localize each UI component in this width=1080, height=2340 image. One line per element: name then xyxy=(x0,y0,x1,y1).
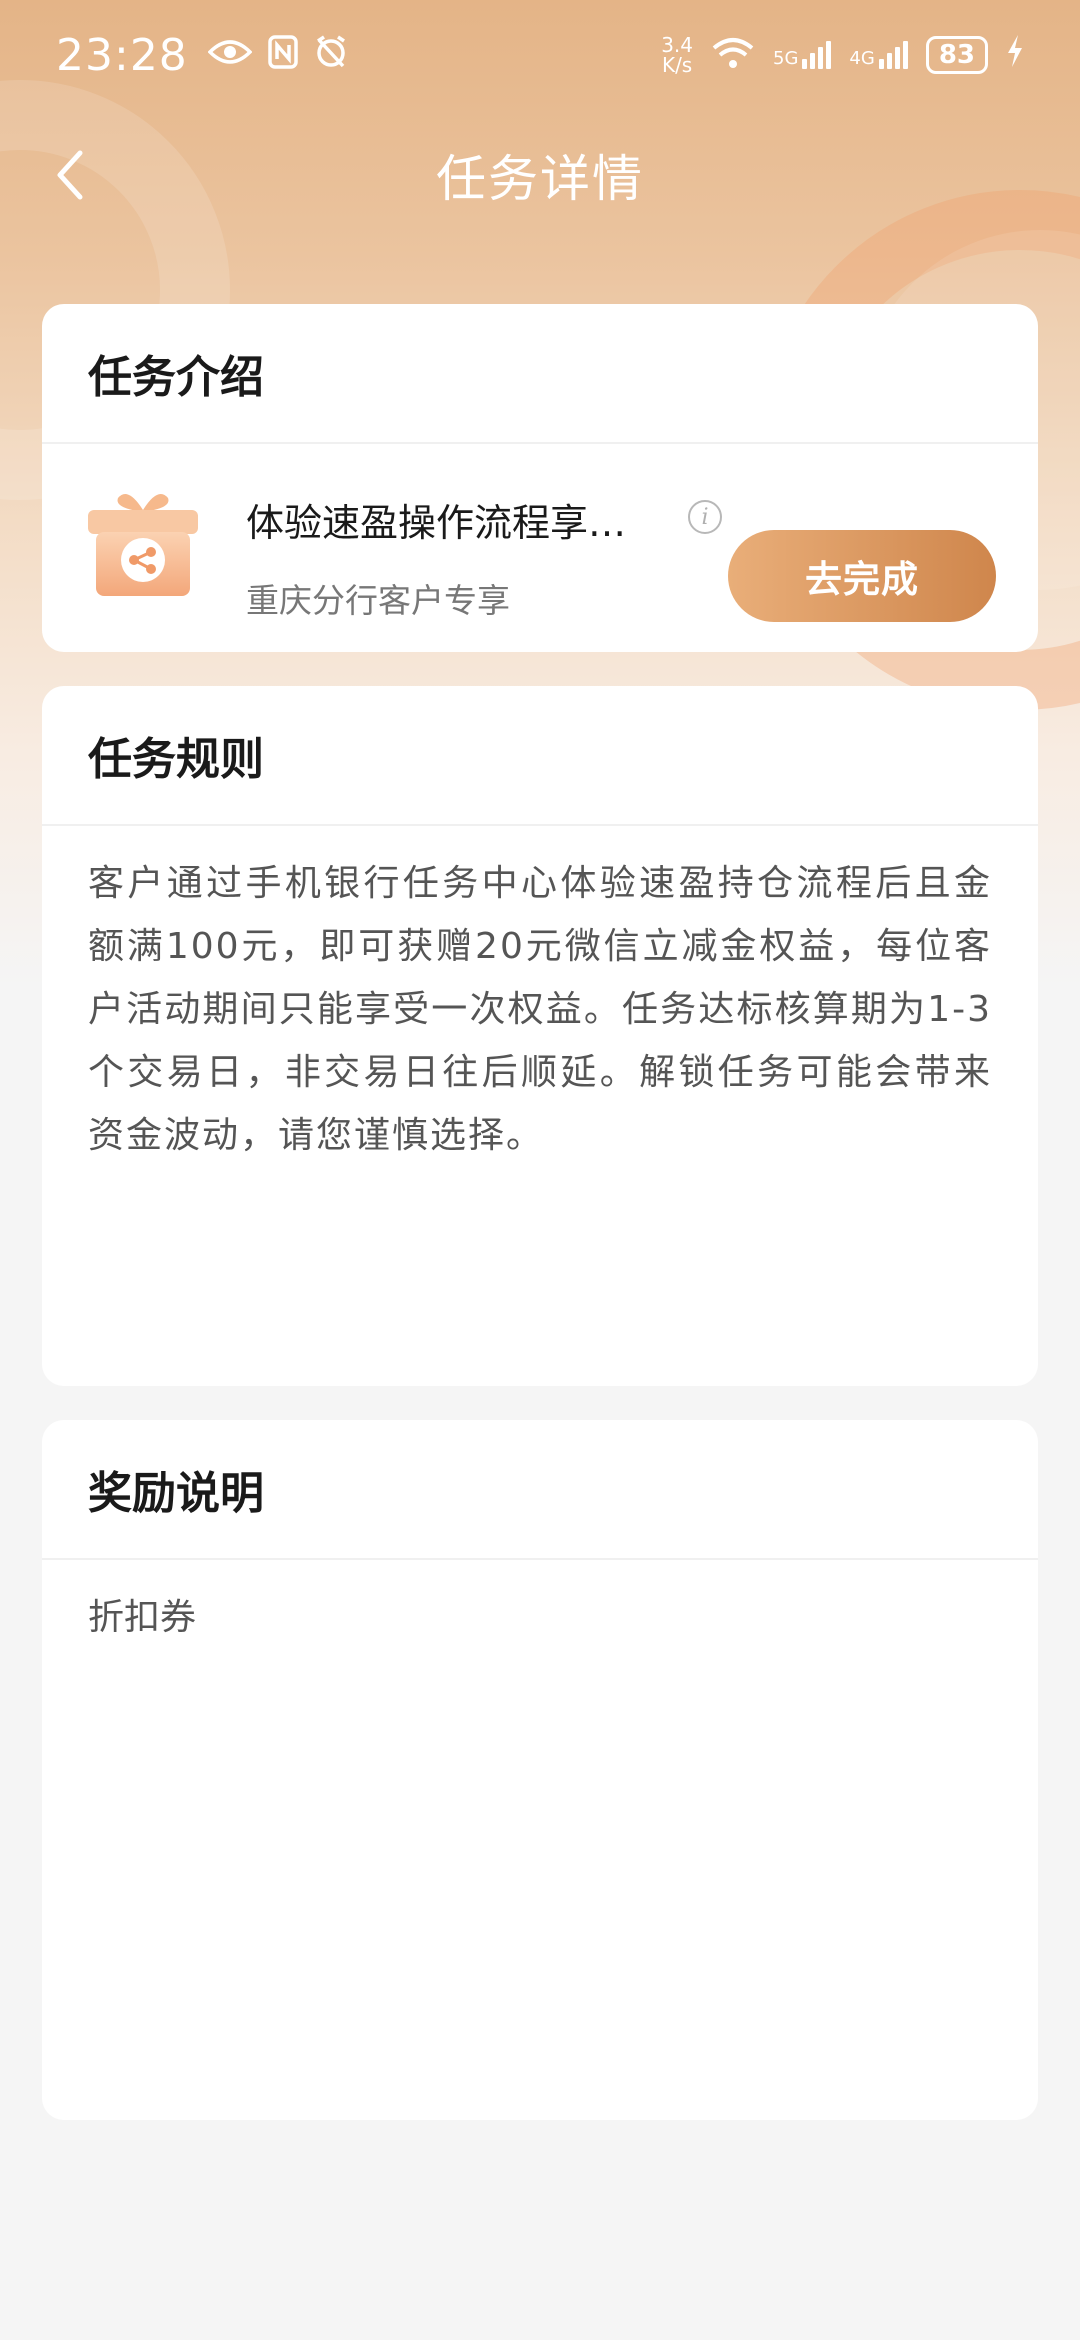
reward-body: 折扣券 xyxy=(88,1597,197,1638)
task-subtitle: 重庆分行客户专享 xyxy=(246,581,510,620)
signal-bars-icon xyxy=(802,41,832,69)
nav-bar: 任务详情 xyxy=(0,120,1080,230)
task-rules-header: 任务规则 xyxy=(42,686,1038,826)
battery-level: 83 xyxy=(938,40,975,70)
back-button[interactable] xyxy=(40,145,100,205)
task-rules-card: 任务规则 客户通过手机银行任务中心体验速盈持仓流程后且金额满100元，即可获赠2… xyxy=(42,686,1038,1386)
net-speed-unit: K/s xyxy=(661,53,693,77)
charging-icon xyxy=(1006,34,1024,76)
task-intro-card: 任务介绍 体验速盈操作流程享… i 重庆分行客户专享 去完成 xyxy=(42,304,1038,652)
net-speed-value: 3.4 xyxy=(661,33,693,57)
signal-sim2: 4G xyxy=(849,41,908,69)
wifi-icon xyxy=(711,36,755,74)
reward-title: 奖励说明 xyxy=(88,1468,264,1519)
signal-sim1: 5G xyxy=(773,41,832,69)
task-rules-title: 任务规则 xyxy=(88,734,264,785)
status-bar: 23:28 3.4 K/s 5G 4G 83 xyxy=(0,0,1080,110)
status-time: 23:28 xyxy=(56,29,188,81)
sim2-label: 4G xyxy=(849,48,875,69)
info-icon[interactable]: i xyxy=(688,500,722,534)
status-left-icons xyxy=(207,34,348,76)
page-title: 任务详情 xyxy=(436,150,644,208)
task-intro-title: 任务介绍 xyxy=(88,352,264,403)
alarm-off-icon xyxy=(314,35,348,76)
task-intro-header: 任务介绍 xyxy=(42,304,1038,444)
signal-bars-icon xyxy=(878,41,908,69)
net-speed: 3.4 K/s xyxy=(661,35,693,75)
gift-share-icon xyxy=(84,482,202,600)
chevron-left-icon xyxy=(57,150,83,200)
reward-card: 奖励说明 折扣券 xyxy=(42,1420,1038,2120)
nfc-icon xyxy=(268,34,298,76)
status-right: 3.4 K/s 5G 4G 83 xyxy=(661,34,1024,76)
task-name[interactable]: 体验速盈操作流程享… xyxy=(246,492,626,547)
reward-header: 奖励说明 xyxy=(42,1420,1038,1560)
complete-task-button[interactable]: 去完成 xyxy=(728,530,996,622)
task-row: 体验速盈操作流程享… i 重庆分行客户专享 去完成 xyxy=(42,444,1038,650)
eye-icon xyxy=(207,37,253,74)
sim1-label: 5G xyxy=(773,48,799,69)
battery-indicator: 83 xyxy=(925,36,988,74)
task-rules-body: 客户通过手机银行任务中心体验速盈持仓流程后且金额满100元，即可获赠20元微信立… xyxy=(88,863,992,1156)
